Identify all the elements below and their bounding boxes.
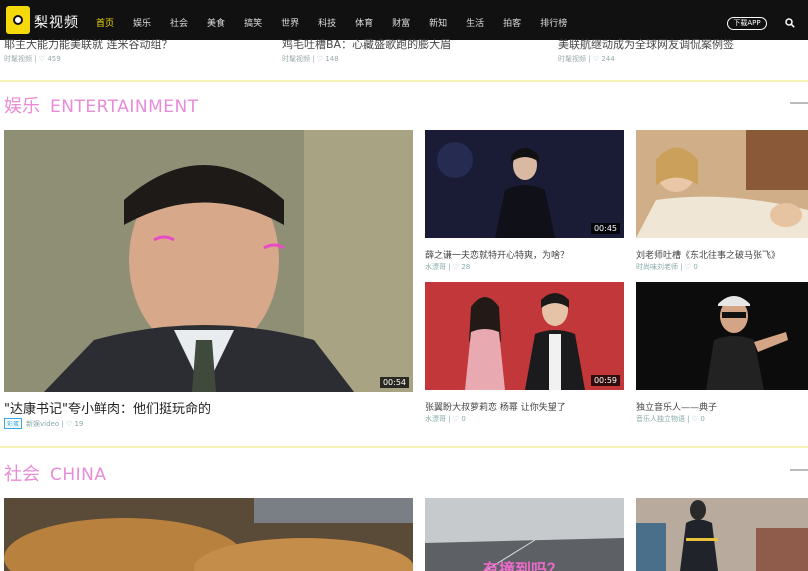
heart-icon: ♡ — [592, 55, 600, 63]
nav-item[interactable]: 新知 — [429, 16, 447, 29]
nav-item[interactable]: 拍客 — [503, 16, 521, 29]
section-divider — [0, 446, 808, 448]
card-title[interactable]: 耶主大能力能美联就 连米谷动组？ — [4, 36, 173, 52]
card-thumbnail[interactable]: 有撞到吗？ — [425, 498, 624, 571]
card-thumbnail[interactable] — [636, 130, 808, 238]
nav-item[interactable]: 娱乐 — [133, 16, 151, 29]
card-title[interactable]: 薛之谦一夫恋就特开心特爽，为啥？ — [425, 248, 569, 261]
top-navbar: 梨视频 首页 娱乐 社会 美食 搞笑 世界 科技 体育 财富 新知 生活 拍客 排行榜 下载APP — [0, 0, 808, 40]
heart-icon: ♡ — [452, 415, 460, 423]
overlay-text: 有撞到吗？ — [483, 560, 564, 571]
nav-item[interactable]: 美食 — [207, 16, 225, 29]
download-app-button[interactable]: 下载APP — [727, 17, 767, 30]
heart-icon: ♡ — [452, 263, 460, 271]
search-icon[interactable] — [785, 18, 795, 28]
heart-icon: ♡ — [316, 55, 324, 63]
card-thumbnail[interactable]: 00:59 — [425, 282, 624, 390]
nav-item[interactable]: 科技 — [318, 16, 336, 29]
featured-thumbnail[interactable]: 00:54 — [4, 130, 413, 392]
card-meta: 时髦视频 | ♡ 459 — [4, 55, 61, 63]
card-title[interactable]: 张翼盼大叔萝莉恋 杨幂 让你失望了 — [425, 400, 566, 413]
section-heading-china[interactable]: 社会 CHINA — [4, 460, 107, 486]
duration-badge: 00:59 — [590, 375, 620, 386]
nav-item[interactable]: 社会 — [170, 16, 188, 29]
section-heading-entertainment[interactable]: 娱乐 ENTERTAINMENT — [4, 92, 199, 118]
featured-title[interactable]: "达康书记"夸小鲜肉：他们挺玩命的 — [4, 398, 211, 417]
more-link[interactable] — [790, 469, 808, 471]
card-title[interactable]: 独立音乐人——典子 — [636, 400, 717, 413]
card-meta: 音乐人独立物语 | ♡ 0 — [636, 415, 705, 423]
nav-item[interactable]: 生活 — [466, 16, 484, 29]
nav-item[interactable]: 体育 — [355, 16, 373, 29]
brand-name[interactable]: 梨视频 — [34, 12, 79, 32]
tag-badge[interactable]: 彩蛋 — [4, 418, 23, 429]
nav-menu: 首页 娱乐 社会 美食 搞笑 世界 科技 体育 财富 新知 生活 拍客 排行榜 — [96, 16, 586, 29]
duration-badge: 00:45 — [590, 223, 620, 234]
card-meta: 时尚味刘老师 | ♡ 0 — [636, 263, 698, 271]
nav-item[interactable]: 搞笑 — [244, 16, 262, 29]
card-title[interactable]: 刘老师吐槽《东北往事之破马张飞》 — [636, 248, 780, 261]
more-link[interactable] — [790, 102, 808, 104]
heart-icon: ♡ — [691, 415, 699, 423]
nav-item[interactable]: 财富 — [392, 16, 410, 29]
card-thumbnail[interactable] — [636, 498, 808, 571]
heart-icon: ♡ — [684, 263, 692, 271]
card-meta: 水漂哥 | ♡ 28 — [425, 263, 471, 271]
card-title[interactable]: 鸡毛吐槽BA：心藏盛歌跑的膨大眉 — [282, 36, 451, 52]
card-meta: 时髦视频 | ♡ 148 — [282, 55, 339, 63]
card-title[interactable]: 美联航继动成为全球网友调侃案例签 — [558, 36, 734, 52]
heart-icon: ♡ — [65, 420, 73, 428]
nav-item[interactable]: 首页 — [96, 16, 114, 29]
logo-icon[interactable] — [6, 6, 30, 34]
card-thumbnail[interactable] — [636, 282, 808, 390]
card-meta: 时髦视频 | ♡ 244 — [558, 55, 615, 63]
nav-item[interactable]: 世界 — [281, 16, 299, 29]
previous-row: 耶主大能力能美联就 连米谷动组？ 时髦视频 | ♡ 459 鸡毛吐槽BA：心藏盛… — [0, 36, 808, 66]
card-thumbnail[interactable] — [4, 498, 413, 571]
heart-icon: ♡ — [38, 55, 46, 63]
featured-image — [4, 130, 413, 392]
card-meta: 水漂哥 | ♡ 0 — [425, 415, 466, 423]
card-thumbnail[interactable]: 00:45 — [425, 130, 624, 238]
section-divider — [0, 80, 808, 82]
featured-meta: 彩蛋 新娱video | ♡ 19 — [4, 418, 83, 429]
nav-item[interactable]: 排行榜 — [540, 16, 567, 29]
duration-badge: 00:54 — [379, 377, 409, 388]
